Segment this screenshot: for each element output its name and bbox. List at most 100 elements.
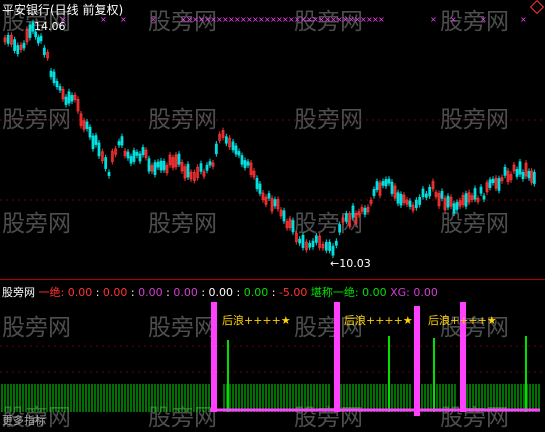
candle-body bbox=[390, 181, 394, 194]
candle-body bbox=[129, 156, 133, 164]
candle-body bbox=[107, 171, 111, 176]
candle-body bbox=[199, 163, 203, 172]
candle-body bbox=[452, 203, 456, 214]
candle-body bbox=[28, 24, 32, 38]
candle-body bbox=[208, 161, 212, 166]
candle-body bbox=[55, 81, 59, 88]
candlestick-chart[interactable]: × × × × × × × × × × × × × × × × × × × × × × × × × × × × × × × × × ×× × × × × ×… bbox=[0, 0, 545, 425]
marker-cross: × bbox=[480, 15, 487, 24]
candle-body bbox=[36, 37, 40, 44]
candle-body bbox=[147, 158, 151, 172]
candle-body bbox=[298, 238, 302, 244]
candle-body bbox=[291, 220, 295, 233]
candle-body bbox=[421, 188, 425, 197]
low-price-label: ←10.03 bbox=[330, 257, 371, 270]
candle-body bbox=[282, 210, 286, 222]
candle-body bbox=[141, 147, 145, 156]
candle-body bbox=[267, 193, 271, 199]
candle-body bbox=[70, 95, 74, 102]
candle-body bbox=[22, 42, 26, 49]
candle-body bbox=[334, 240, 338, 246]
candle-body bbox=[91, 135, 95, 150]
marker-cross: × bbox=[150, 15, 157, 24]
candle-body bbox=[240, 155, 244, 165]
candle-body bbox=[255, 177, 259, 190]
candle-body bbox=[58, 86, 62, 91]
candle-body bbox=[428, 186, 432, 197]
candle-body bbox=[418, 197, 422, 205]
candle-body bbox=[491, 178, 495, 183]
candle-body bbox=[482, 195, 486, 200]
candle-body bbox=[515, 169, 519, 177]
marker-cross: × bbox=[450, 15, 457, 24]
candle-body bbox=[16, 45, 20, 54]
candle-body bbox=[205, 164, 209, 171]
candle-body bbox=[138, 153, 142, 162]
candle-body bbox=[97, 142, 101, 157]
candle-body bbox=[52, 71, 56, 83]
candle-body bbox=[488, 179, 492, 188]
candle-body bbox=[243, 160, 247, 168]
candle-body bbox=[186, 163, 190, 178]
candle-body bbox=[351, 205, 355, 218]
candle-body bbox=[414, 199, 418, 209]
candle-body bbox=[372, 188, 376, 196]
candle-body bbox=[42, 47, 46, 56]
candle-body bbox=[94, 135, 98, 145]
candle-body bbox=[156, 161, 160, 168]
candle-body bbox=[132, 150, 136, 162]
candle-body bbox=[440, 190, 444, 199]
candle-body bbox=[117, 141, 121, 146]
candle-body bbox=[234, 145, 238, 155]
candle-body bbox=[49, 70, 53, 77]
signal-tag: 后浪++++★ bbox=[344, 314, 413, 327]
candle-body bbox=[338, 224, 342, 233]
indicator-item: : 0.00 bbox=[95, 286, 128, 299]
candle-body bbox=[237, 151, 241, 156]
marker-cross: × bbox=[100, 15, 107, 24]
candle-body bbox=[311, 240, 315, 248]
indicator-item: 堪称一绝: 0.00 bbox=[310, 286, 387, 299]
candle-body bbox=[518, 161, 522, 175]
indicator-name: 股旁网 bbox=[2, 286, 35, 299]
candle-body bbox=[6, 35, 10, 44]
candle-body bbox=[88, 126, 92, 138]
candle-body bbox=[39, 35, 43, 42]
marker-cross: × bbox=[430, 15, 437, 24]
indicator-item: XG: 0.00 bbox=[390, 286, 438, 299]
panel-divider[interactable] bbox=[0, 279, 545, 280]
candle-body bbox=[301, 234, 305, 248]
candle-body bbox=[497, 178, 501, 191]
candle-body bbox=[455, 202, 459, 210]
candle-body bbox=[231, 141, 235, 151]
marker-cross: × bbox=[378, 15, 385, 24]
candle-body bbox=[328, 241, 332, 251]
signal-tag: 后浪++++★ bbox=[428, 314, 497, 327]
candle-body bbox=[464, 193, 468, 207]
candle-body bbox=[446, 195, 450, 208]
candle-body bbox=[177, 153, 181, 165]
indicator-item: : 0.00 bbox=[166, 286, 198, 299]
candle-body bbox=[314, 235, 318, 243]
candle-body bbox=[381, 181, 385, 186]
candle-body bbox=[424, 193, 428, 198]
candle-body bbox=[387, 178, 391, 184]
candle-body bbox=[399, 193, 403, 206]
candle-body bbox=[521, 172, 525, 179]
candle-body bbox=[308, 242, 312, 248]
signal-pillar bbox=[334, 302, 340, 412]
candle-body bbox=[13, 39, 17, 51]
indicator-item: : 0.00 bbox=[130, 286, 163, 299]
candle-body bbox=[224, 136, 228, 144]
candle-body bbox=[246, 161, 250, 166]
candle-body bbox=[384, 179, 388, 187]
candle-body bbox=[85, 121, 89, 129]
candle-body bbox=[67, 91, 71, 104]
candle-body bbox=[473, 188, 477, 200]
signal-tag: 后浪++++★ bbox=[222, 314, 291, 327]
candle-body bbox=[396, 192, 400, 204]
candle-body bbox=[214, 143, 218, 155]
signal-pillar bbox=[211, 302, 217, 412]
candle-body bbox=[479, 186, 483, 194]
indicator-item: : -5.00 bbox=[271, 286, 308, 299]
